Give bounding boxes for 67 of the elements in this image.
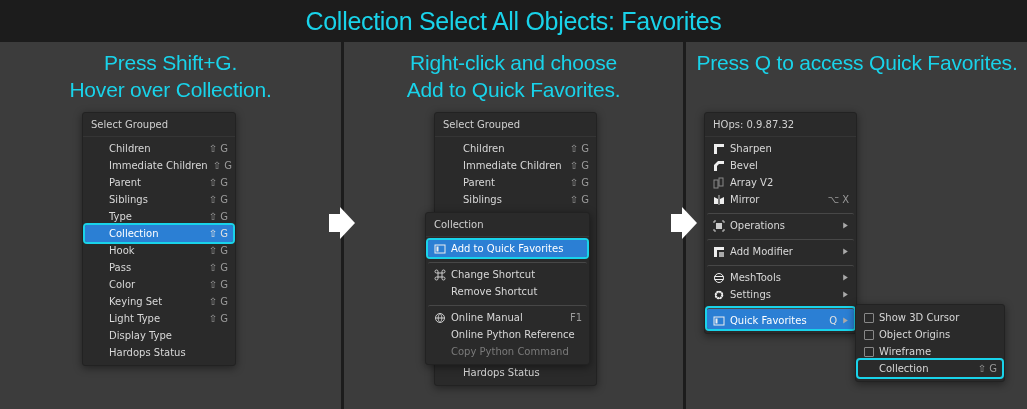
- menu-item[interactable]: Light Type ⇧ G: [85, 310, 233, 327]
- globe-icon: [434, 311, 446, 324]
- menu-item[interactable]: Keying Set ⇧ G: [85, 293, 233, 310]
- arrow-icon: [328, 206, 356, 240]
- menu-item[interactable]: Display Type: [85, 327, 233, 344]
- menu-item[interactable]: Bevel: [707, 157, 854, 174]
- checkbox[interactable]: [864, 312, 874, 323]
- caption-text: Right-click and choose: [410, 50, 617, 75]
- menu-item[interactable]: Hardops Status: [85, 344, 233, 361]
- submenu-arrow-icon: [842, 222, 849, 229]
- menu-item[interactable]: Change Shortcut: [428, 262, 587, 283]
- menu-header: Select Grouped: [83, 113, 235, 137]
- submenu-arrow-icon: [842, 317, 849, 324]
- modifier-icon: [713, 245, 725, 258]
- menu-item[interactable]: Immediate Children ⇧ G: [437, 157, 594, 174]
- array-icon: [713, 176, 725, 189]
- menu-item[interactable]: Children ⇧ G: [85, 140, 233, 157]
- corner-icon: [713, 142, 725, 155]
- menu-item[interactable]: Children ⇧ G: [437, 140, 594, 157]
- menu-item[interactable]: Immediate Children ⇧ G: [85, 157, 233, 174]
- menu-item[interactable]: Mirror ⌥ X: [707, 191, 854, 208]
- bevel-icon: [713, 159, 725, 172]
- caption-text: Press Shift+G.: [103, 50, 238, 75]
- page-title: Collection Select All Objects: Favorites: [305, 6, 722, 36]
- submenu-arrow-icon: [842, 291, 849, 298]
- menu-item[interactable]: Parent ⇧ G: [437, 174, 594, 191]
- submenu-arrow-icon: [842, 248, 849, 255]
- menu-header: Collection: [426, 213, 589, 237]
- menu-item[interactable]: Remove Shortcut: [428, 283, 587, 300]
- menu-item[interactable]: Type ⇧ G: [85, 208, 233, 225]
- menu-item[interactable]: Array V2: [707, 174, 854, 191]
- checkbox[interactable]: [864, 346, 874, 357]
- caption-text: Add to Quick Favorites.: [406, 77, 621, 102]
- menu-item[interactable]: Add Modifier: [707, 239, 854, 260]
- menu-item[interactable]: Siblings ⇧ G: [85, 191, 233, 208]
- menu-item[interactable]: Online Manual F1: [428, 305, 587, 326]
- menu-item[interactable]: Siblings ⇧ G: [437, 191, 594, 208]
- panel-icon: [713, 314, 725, 327]
- menu-item[interactable]: Pass ⇧ G: [85, 259, 233, 276]
- menu-item[interactable]: MeshTools: [707, 265, 854, 286]
- panel-icon: [434, 242, 446, 255]
- menu-item[interactable]: Operations: [707, 213, 854, 234]
- menu-item[interactable]: Show 3D Cursor: [858, 309, 1002, 326]
- menu-item[interactable]: Hook ⇧ G: [85, 242, 233, 259]
- menu-item[interactable]: Collection ⇧ G: [858, 360, 1002, 377]
- menu-item[interactable]: Sharpen: [707, 140, 854, 157]
- settings-icon: [713, 288, 725, 301]
- menu-item[interactable]: Parent ⇧ G: [85, 174, 233, 191]
- menu-item[interactable]: Wireframe: [858, 343, 1002, 360]
- menu-item[interactable]: Add to Quick Favorites: [428, 240, 587, 257]
- globe-icon: [713, 271, 725, 284]
- caption-text: Press Q to access Quick Favorites.: [696, 50, 1018, 75]
- menu-item[interactable]: Online Python Reference: [428, 326, 587, 343]
- submenu-arrow-icon: [842, 274, 849, 281]
- menu-item[interactable]: Hardops Status: [437, 364, 594, 381]
- command-key-icon: [434, 268, 446, 281]
- menu-item[interactable]: Collection ⇧ G: [85, 225, 233, 242]
- arrow-icon: [670, 206, 698, 240]
- menu-item[interactable]: Quick Favorites Q: [707, 308, 854, 329]
- checkbox[interactable]: [864, 329, 874, 340]
- menu-header: Select Grouped: [435, 113, 596, 137]
- caption-text: Hover over Collection.: [69, 77, 272, 102]
- menu-item[interactable]: Color ⇧ G: [85, 276, 233, 293]
- menu-item[interactable]: Object Origins: [858, 326, 1002, 343]
- frame-icon: [713, 219, 725, 232]
- menu-header: HOps: 0.9.87.32: [705, 113, 856, 137]
- menu-item[interactable]: Settings: [707, 286, 854, 303]
